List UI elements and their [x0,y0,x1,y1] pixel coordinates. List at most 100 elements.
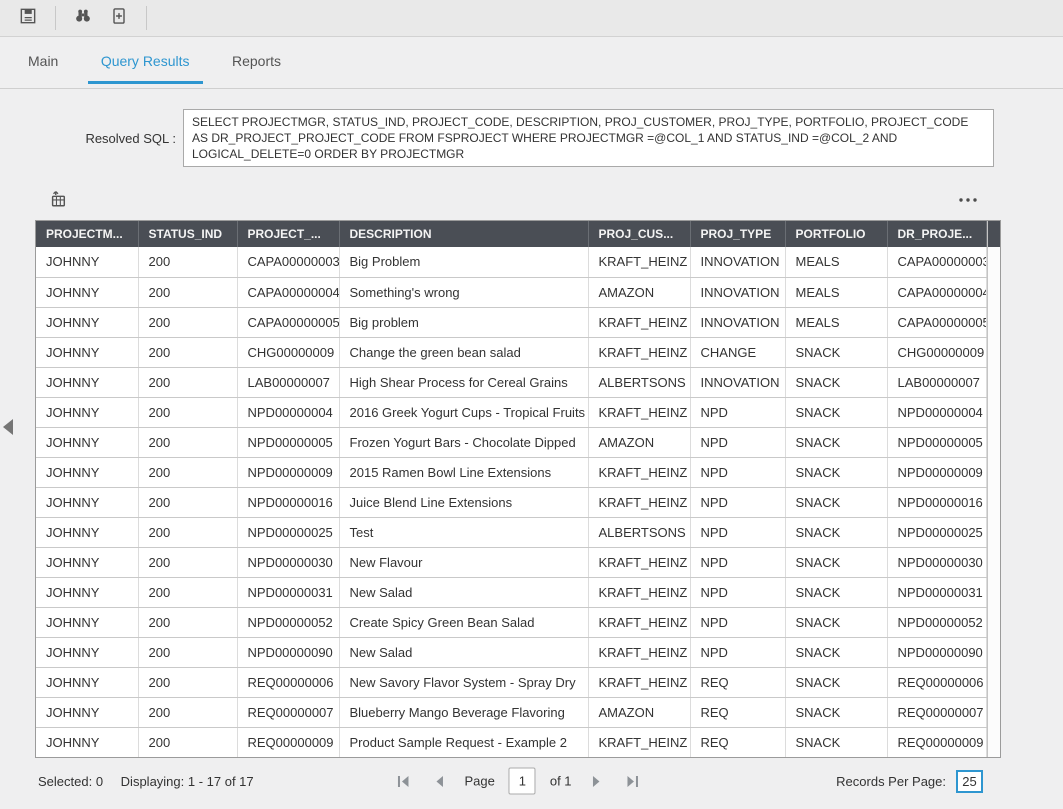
cell-status-ind: 200 [138,337,237,367]
next-page-button[interactable] [586,773,608,789]
cell-portfolio: SNACK [785,727,887,757]
cell-projectmgr: JOHNNY [36,277,138,307]
table-row[interactable]: JOHNNY 200 NPD00000009 2015 Ramen Bowl L… [36,457,986,487]
cell-portfolio: SNACK [785,517,887,547]
table-row[interactable]: JOHNNY 200 NPD00000052 Create Spicy Gree… [36,607,986,637]
cell-proj-customer: KRAFT_HEINZ [588,667,690,697]
column-header[interactable]: PORTFOLIO [785,221,887,247]
table-row[interactable]: JOHNNY 200 NPD00000030 New Flavour KRAFT… [36,547,986,577]
table-row[interactable]: JOHNNY 200 NPD00000005 Frozen Yogurt Bar… [36,427,986,457]
binoculars-icon [73,6,93,31]
export-table-button[interactable] [49,190,67,213]
table-row[interactable]: JOHNNY 200 CAPA00000003 Big Problem KRAF… [36,247,986,277]
cell-dr-project-code: NPD00000004 [887,397,986,427]
table-row[interactable]: JOHNNY 200 NPD00000031 New Salad KRAFT_H… [36,577,986,607]
cell-portfolio: MEALS [785,277,887,307]
table-row[interactable]: JOHNNY 200 NPD00000025 Test ALBERTSONS N… [36,517,986,547]
collapse-panel-arrow-icon[interactable] [3,419,13,435]
cell-projectmgr: JOHNNY [36,397,138,427]
column-header-label: PORTFOLIO [796,227,866,241]
column-header[interactable]: PROJ_TYPE [690,221,785,247]
table-row[interactable]: JOHNNY 200 NPD00000016 Juice Blend Line … [36,487,986,517]
cell-proj-type: NPD [690,577,785,607]
tab-reports[interactable]: Reports [219,53,294,84]
table-row[interactable]: JOHNNY 200 NPD00000090 New Salad KRAFT_H… [36,637,986,667]
save-button[interactable] [13,4,43,32]
records-per-page: Records Per Page: [836,770,983,793]
cell-dr-project-code: NPD00000052 [887,607,986,637]
cell-proj-customer: AMAZON [588,427,690,457]
prev-page-button[interactable] [428,773,450,789]
table-row[interactable]: JOHNNY 200 CAPA00000004 Something's wron… [36,277,986,307]
cell-portfolio: SNACK [785,397,887,427]
cell-dr-project-code: CHG00000009 [887,337,986,367]
cell-description: High Shear Process for Cereal Grains [339,367,588,397]
cell-proj-customer: KRAFT_HEINZ [588,307,690,337]
find-button[interactable] [68,4,98,32]
tab-query-results[interactable]: Query Results [88,53,203,84]
table-row[interactable]: JOHNNY 200 NPD00000004 2016 Greek Yogurt… [36,397,986,427]
column-header[interactable]: STATUS_IND [138,221,237,247]
cell-dr-project-code: REQ00000009 [887,727,986,757]
cell-proj-customer: KRAFT_HEINZ [588,397,690,427]
first-page-button[interactable] [392,773,414,789]
cell-status-ind: 200 [138,607,237,637]
query-tool-window: Main Query Results Reports Resolved SQL … [0,0,1063,809]
column-header[interactable]: PROJ_CUS... [588,221,690,247]
records-per-page-input[interactable] [956,770,983,793]
tab-bar: Main Query Results Reports [0,37,1063,89]
tab-main[interactable]: Main [15,53,71,84]
cell-proj-type: INNOVATION [690,247,785,277]
page-input[interactable] [509,768,536,795]
more-options-button[interactable] [957,192,979,210]
cell-portfolio: SNACK [785,367,887,397]
cell-portfolio: SNACK [785,427,887,457]
cell-proj-type: NPD [690,457,785,487]
cell-project-code: REQ00000006 [237,667,339,697]
table-row[interactable]: JOHNNY 200 LAB00000007 High Shear Proces… [36,367,986,397]
cell-project-code: CAPA00000003 [237,247,339,277]
cell-proj-type: NPD [690,487,785,517]
cell-proj-customer: KRAFT_HEINZ [588,337,690,367]
table-row[interactable]: JOHNNY 200 REQ00000009 Product Sample Re… [36,727,986,757]
column-header[interactable]: DESCRIPTION [339,221,588,247]
cell-portfolio: SNACK [785,577,887,607]
column-header[interactable]: PROJECT_... [237,221,339,247]
cell-portfolio: SNACK [785,667,887,697]
table-row[interactable]: JOHNNY 200 REQ00000006 New Savory Flavor… [36,667,986,697]
results-grid: PROJECTM... STATUS_IND PROJECT_... DESCR… [35,220,1001,758]
cell-portfolio: SNACK [785,637,887,667]
column-header-label: PROJECT_... [248,227,321,241]
cell-proj-type: INNOVATION [690,367,785,397]
cell-description: Big Problem [339,247,588,277]
cell-description: New Salad [339,577,588,607]
cell-status-ind: 200 [138,427,237,457]
new-document-button[interactable] [104,4,134,32]
last-page-button[interactable] [622,773,644,789]
column-header[interactable]: DR_PROJE... [887,221,986,247]
cell-description: 2015 Ramen Bowl Line Extensions [339,457,588,487]
cell-portfolio: SNACK [785,457,887,487]
cell-project-code: LAB00000007 [237,367,339,397]
vertical-scrollbar[interactable] [987,221,1001,757]
table-row[interactable]: JOHNNY 200 CAPA00000005 Big problem KRAF… [36,307,986,337]
resolved-sql-text: SELECT PROJECTMGR, STATUS_IND, PROJECT_C… [183,109,994,167]
column-header-label: PROJ_TYPE [701,227,772,241]
grid-body: JOHNNY 200 CAPA00000003 Big Problem KRAF… [36,247,986,757]
table-row[interactable]: JOHNNY 200 CHG00000009 Change the green … [36,337,986,367]
cell-portfolio: MEALS [785,307,887,337]
cell-proj-customer: KRAFT_HEINZ [588,727,690,757]
cell-proj-type: CHANGE [690,337,785,367]
cell-description: New Savory Flavor System - Spray Dry [339,667,588,697]
cell-proj-customer: ALBERTSONS [588,367,690,397]
cell-projectmgr: JOHNNY [36,247,138,277]
table-row[interactable]: JOHNNY 200 REQ00000007 Blueberry Mango B… [36,697,986,727]
cell-projectmgr: JOHNNY [36,667,138,697]
cell-status-ind: 200 [138,367,237,397]
cell-status-ind: 200 [138,247,237,277]
cell-proj-customer: KRAFT_HEINZ [588,247,690,277]
cell-dr-project-code: CAPA00000003 [887,247,986,277]
cell-proj-type: NPD [690,517,785,547]
column-header[interactable]: PROJECTM... [36,221,138,247]
cell-proj-customer: KRAFT_HEINZ [588,577,690,607]
